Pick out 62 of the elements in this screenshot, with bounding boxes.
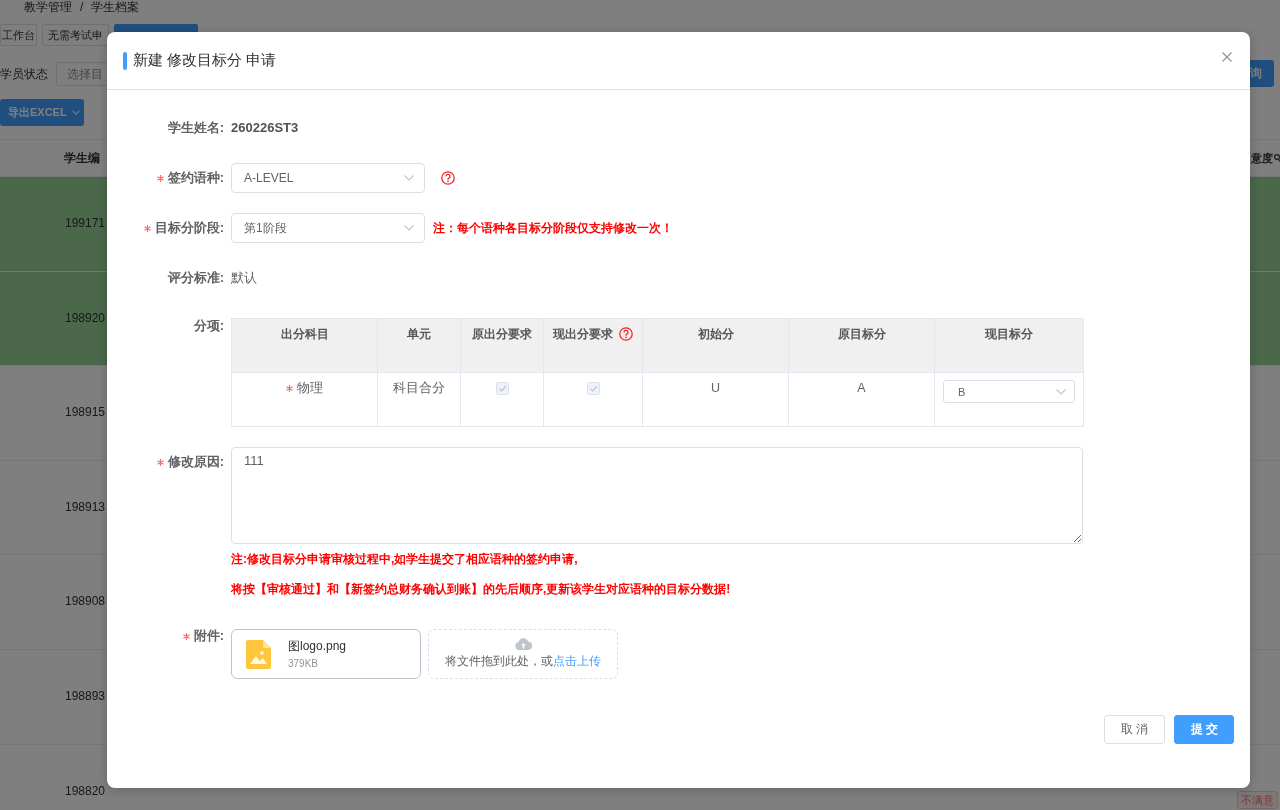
image-file-icon — [246, 639, 271, 669]
upload-dropzone[interactable]: 将文件拖到此处，或点击上传 — [428, 629, 618, 679]
field-value: 默认 — [231, 269, 257, 287]
field-value: 260226ST3 — [231, 119, 299, 137]
column-header: 意度 — [1251, 150, 1273, 166]
page-tab[interactable]: 工作台 — [0, 24, 37, 46]
column-header: 原出分要求 — [472, 327, 532, 341]
chevron-down-icon — [1056, 388, 1066, 395]
table-cell: 199171 — [65, 216, 106, 230]
column-header: 学生编 — [64, 149, 100, 167]
cancel-button[interactable]: 取消 — [1104, 715, 1165, 744]
table-cell: 198820 — [65, 783, 106, 798]
table-cell: 198915 — [65, 405, 106, 420]
column-header: 原目标分 — [837, 327, 886, 341]
breadcrumb-separator: / — [80, 0, 84, 14]
help-icon[interactable] — [441, 171, 455, 185]
warning-note: 注：每个语种各目标分阶段仅支持修改一次！ — [433, 219, 673, 237]
close-icon[interactable] — [1222, 51, 1232, 62]
dialog-title: 新建 修改目标分 申请 — [133, 51, 277, 70]
submit-button[interactable]: 提交 — [1174, 715, 1234, 744]
field-label: 分项: — [193, 317, 224, 335]
field-label: 修改原因: — [167, 453, 224, 471]
field-label: 附件: — [193, 627, 224, 645]
column-header: 单元 — [407, 327, 431, 341]
warning-note: 将按【审核通过】和【新签约总财务确认到账】的先后顺序,更新该学生对应语种的目标分数据! — [231, 581, 732, 598]
search-icon[interactable] — [1274, 154, 1280, 162]
table-cell: 物理 — [297, 380, 323, 396]
table-cell: 198893 — [65, 688, 106, 703]
caret-icon — [71, 110, 80, 115]
column-header: 初始分 — [697, 327, 734, 341]
breadcrumb-item[interactable]: 学生档案 — [91, 0, 140, 14]
column-header: 现目标分 — [985, 327, 1033, 341]
upload-link[interactable]: 点击上传 — [553, 654, 601, 668]
field-label: 目标分阶段: — [154, 219, 224, 237]
table-cell: U — [711, 380, 720, 396]
filter-label: 学员状态 — [0, 65, 49, 83]
table-cell: A — [857, 380, 866, 396]
help-icon[interactable] — [619, 327, 633, 341]
column-header: 出分科目 — [280, 327, 329, 341]
table-cell: 科目合分 — [393, 380, 445, 396]
table-cell: 198908 — [65, 594, 106, 609]
reason-textarea[interactable]: 111 — [231, 447, 1083, 544]
file-size: 379KB — [288, 657, 320, 669]
table-cell: 198920 — [65, 310, 106, 325]
chevron-down-icon — [404, 225, 414, 231]
file-name: 图logo.png — [288, 637, 347, 655]
breadcrumb-item[interactable]: 教学管理 — [24, 0, 72, 14]
select-field[interactable]: A-LEVEL — [231, 163, 425, 193]
cloud-upload-icon — [514, 638, 532, 650]
page-tab[interactable]: 无需考试申 — [42, 24, 109, 46]
file-card[interactable]: 图logo.png 379KB — [231, 629, 421, 679]
field-label: 学生姓名: — [167, 119, 224, 137]
field-label: 评分标准: — [167, 269, 224, 287]
dropzone-hint: 将文件拖到此处，或点击上传 — [445, 653, 601, 670]
field-label: 签约语种: — [167, 169, 224, 187]
title-accent-bar — [123, 51, 127, 70]
column-header: 现出分要求 — [553, 327, 613, 341]
select-field[interactable]: B — [943, 380, 1075, 403]
select-field[interactable]: 第1阶段 — [231, 213, 425, 243]
warning-note: 注:修改目标分申请审核过程中,如学生提交了相应语种的签约申请, — [231, 551, 579, 568]
table-cell: 198913 — [65, 499, 106, 514]
chevron-down-icon — [404, 175, 414, 181]
